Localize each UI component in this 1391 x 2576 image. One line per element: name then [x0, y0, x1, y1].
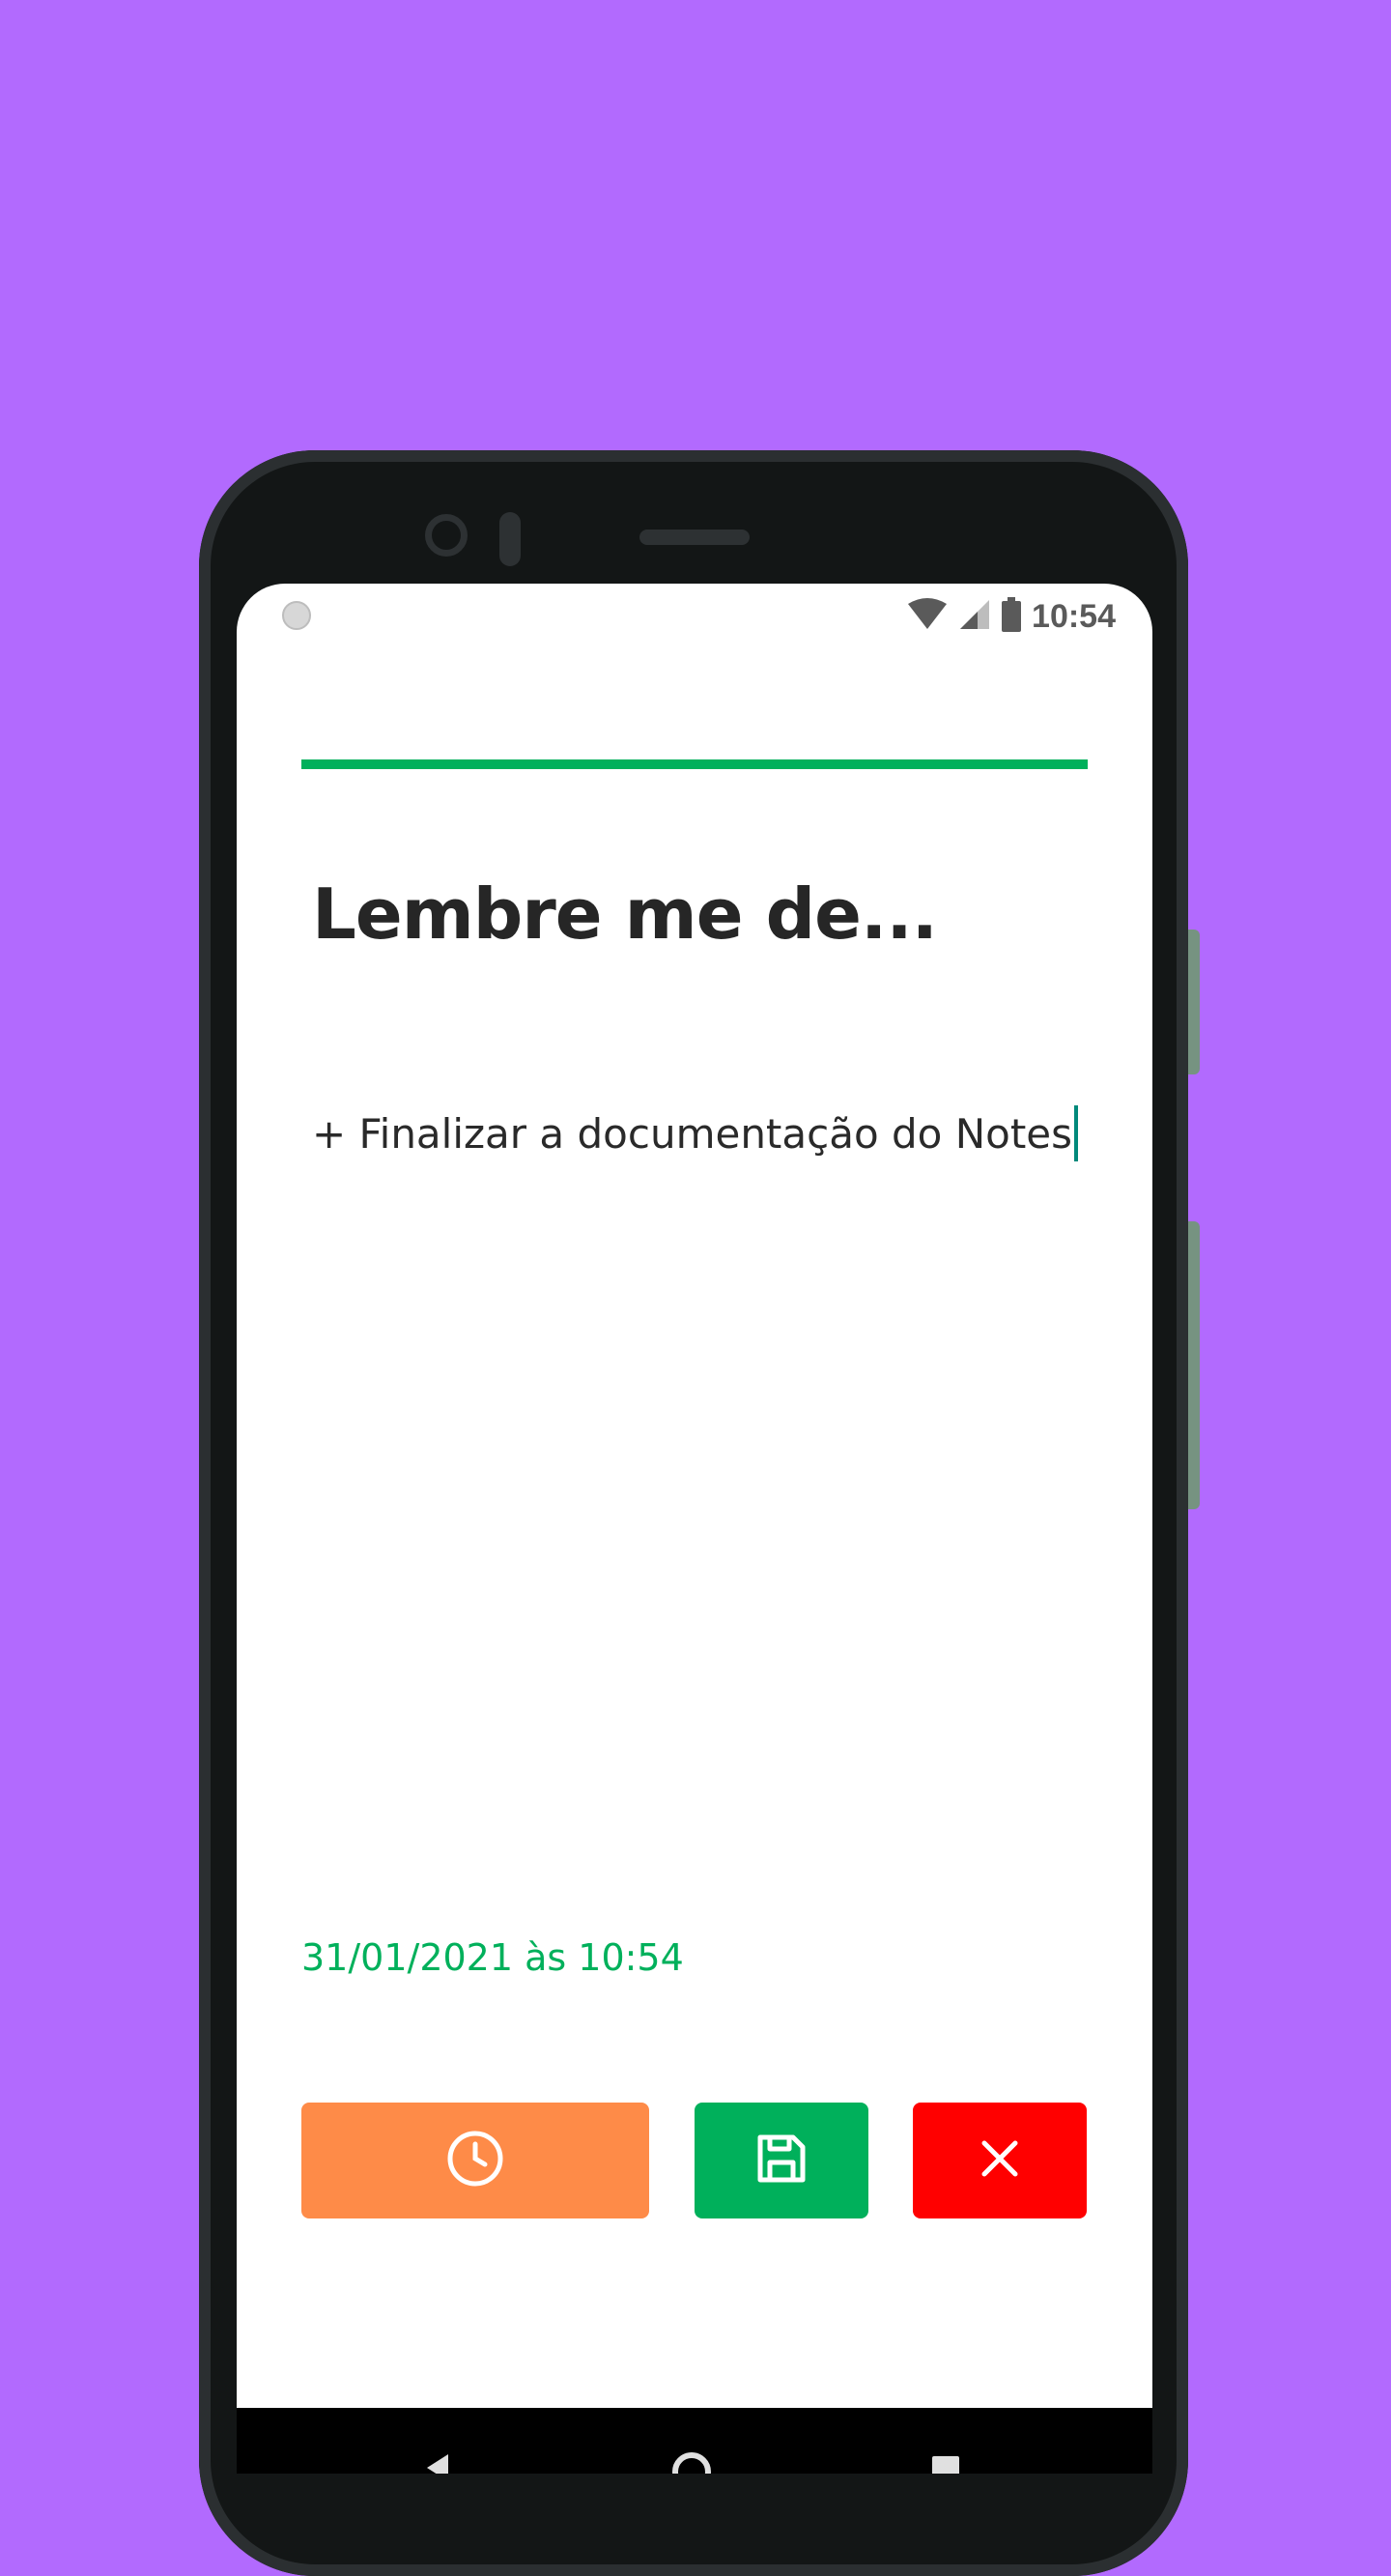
volume-button: [1188, 930, 1200, 1074]
clock-icon: [445, 2129, 505, 2192]
note-body-text: + Finalizar a documentação do Notes: [312, 1109, 1073, 1158]
battery-icon: [1001, 597, 1022, 636]
status-bar: 10:54: [237, 584, 1152, 642]
notification-dot: [282, 601, 311, 630]
earpiece-speaker: [639, 530, 750, 545]
floppy-disk-icon: [754, 2132, 809, 2190]
home-icon[interactable]: [672, 2452, 711, 2474]
front-camera: [425, 514, 468, 557]
wifi-icon: [906, 598, 949, 635]
close-icon: [979, 2137, 1021, 2184]
save-button[interactable]: [695, 2103, 868, 2218]
delete-button[interactable]: [913, 2103, 1087, 2218]
navigation-bar: [237, 2408, 1152, 2474]
note-body-input[interactable]: + Finalizar a documentação do Notes: [312, 1105, 1079, 1161]
app-screen: 10:54 Lembre me de... + Finalizar a docu…: [237, 584, 1152, 2474]
signal-icon: [958, 598, 991, 635]
text-caret: [1074, 1105, 1079, 1161]
back-icon[interactable]: [427, 2454, 448, 2474]
proximity-sensor: [499, 512, 521, 566]
note-title-input[interactable]: Lembre me de...: [312, 873, 938, 955]
accent-divider: [301, 759, 1088, 769]
status-time: 10:54: [1032, 597, 1116, 635]
reminder-button[interactable]: [301, 2103, 649, 2218]
status-icons: 10:54: [906, 597, 1116, 636]
power-button: [1188, 1221, 1200, 1509]
note-timestamp: 31/01/2021 às 10:54: [301, 1936, 684, 1979]
recents-icon[interactable]: [932, 2456, 959, 2474]
